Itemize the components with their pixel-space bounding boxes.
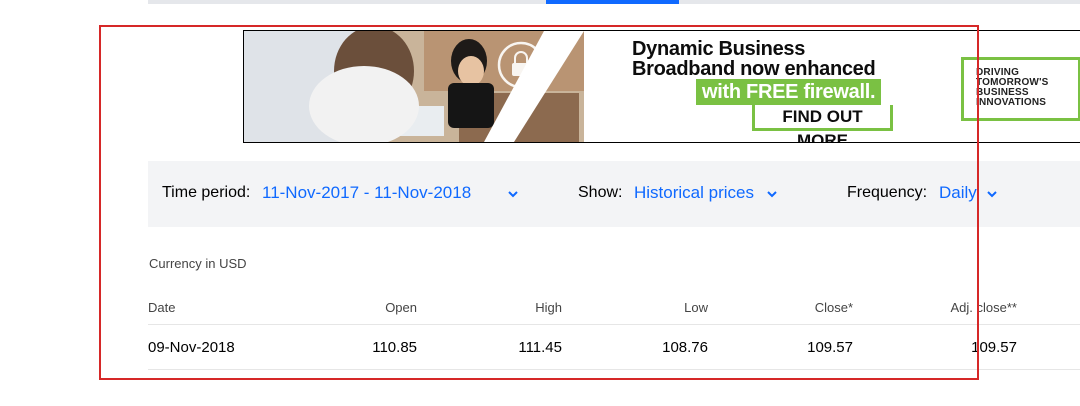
cell-open: 110.85: [372, 339, 417, 356]
column-header-low: Low: [684, 300, 708, 315]
ad-headline: Dynamic Business Broadband now enhanced: [632, 38, 876, 80]
ad-tagline-line: INNOVATIONS: [976, 97, 1047, 108]
chevron-down-icon[interactable]: [507, 188, 519, 200]
time-period-dropdown[interactable]: 11-Nov-2017 - 11-Nov-2018: [262, 183, 471, 203]
table-row: 09-Nov-2018 110.85 111.45 108.76 109.57 …: [148, 324, 1080, 370]
tab-active-indicator: [546, 0, 679, 4]
ad-headline-line1: Dynamic Business: [632, 38, 806, 60]
ad-banner[interactable]: Dynamic Business Broadband now enhanced …: [243, 30, 1080, 143]
cell-high: 111.45: [518, 339, 562, 356]
ad-headline-line2: Broadband now enhanced: [632, 58, 876, 80]
column-header-open: Open: [385, 300, 417, 315]
cell-adj-close: 109.57: [971, 339, 1017, 356]
ad-highlight: with FREE firewall.: [696, 79, 882, 105]
chevron-down-icon[interactable]: [766, 188, 778, 200]
chevron-down-icon[interactable]: [986, 188, 998, 200]
ad-tagline: DRIVING TOMORROW'S BUSINESS INNOVATIONS: [961, 57, 1080, 121]
time-period-label: Time period:: [162, 184, 251, 201]
table-header: Date Open High Low Close* Adj. close**: [148, 298, 1080, 325]
frequency-label: Frequency:: [847, 184, 928, 201]
cell-date: 09-Nov-2018: [148, 339, 235, 356]
filter-bar: Time period: 11-Nov-2017 - 11-Nov-2018 S…: [148, 161, 1080, 227]
cell-low: 108.76: [662, 339, 708, 356]
ad-cta-button[interactable]: FIND OUT MORE: [752, 105, 893, 142]
column-header-close: Close*: [814, 300, 853, 315]
column-header-adj-close: Adj. close**: [950, 300, 1017, 315]
frequency-dropdown[interactable]: Daily: [939, 183, 977, 203]
column-header-high: High: [535, 300, 562, 315]
column-header-date: Date: [148, 300, 176, 315]
cell-close: 109.57: [807, 339, 853, 356]
show-dropdown[interactable]: Historical prices: [634, 183, 754, 203]
currency-note: Currency in USD: [149, 256, 247, 271]
ad-photo: [244, 31, 584, 142]
show-label: Show:: [578, 184, 623, 201]
